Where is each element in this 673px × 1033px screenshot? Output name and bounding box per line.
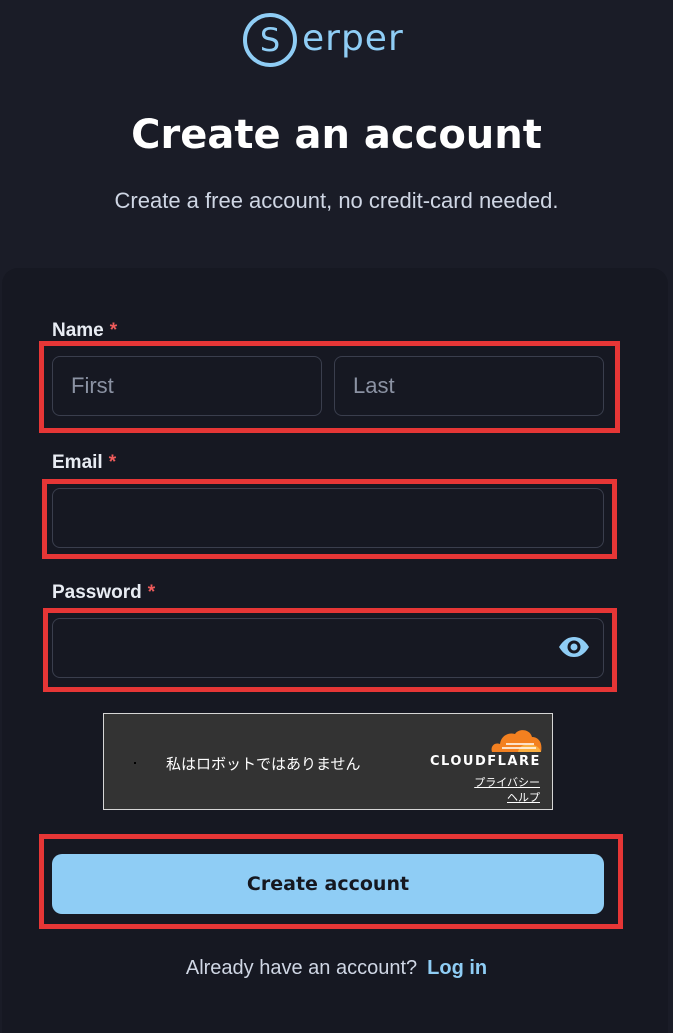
page-title: Create an account xyxy=(131,112,542,158)
cloudflare-cloud-icon xyxy=(491,730,542,752)
required-marker: * xyxy=(109,320,118,341)
name-label: Name * xyxy=(52,320,118,341)
captcha-checkbox[interactable] xyxy=(134,762,136,764)
cloudflare-brand: CLOUDFLARE xyxy=(430,754,541,769)
login-prompt-text: Already have an account? xyxy=(185,957,418,979)
email-label: Email * xyxy=(52,452,117,473)
required-marker: * xyxy=(108,452,117,473)
signup-page: S erper Create an account Create a free … xyxy=(0,0,673,1033)
page-subtitle: Create a free account, no credit-card ne… xyxy=(114,188,559,213)
captcha-privacy-link[interactable]: プライバシー xyxy=(474,774,540,790)
cloudflare-captcha[interactable]: 私はロボットではありません CLOUDFLARE プライバシー ヘルプ xyxy=(103,713,553,810)
password-input[interactable] xyxy=(52,618,604,678)
logo-wordmark: erper xyxy=(302,17,404,59)
first-name-input[interactable] xyxy=(52,356,322,416)
last-name-input[interactable] xyxy=(334,356,604,416)
serper-logo-icon: S xyxy=(243,13,297,67)
required-marker: * xyxy=(147,582,156,603)
serper-logo: S erper xyxy=(242,12,404,68)
login-link[interactable]: Log in xyxy=(427,957,487,979)
create-account-button[interactable]: Create account xyxy=(52,854,604,914)
eye-icon[interactable] xyxy=(558,636,590,658)
captcha-label: 私はロボットではありません xyxy=(166,755,361,773)
captcha-help-link[interactable]: ヘルプ xyxy=(507,789,540,805)
email-input[interactable] xyxy=(52,488,604,548)
login-prompt: Already have an account? Log in xyxy=(0,957,673,980)
svg-text:S: S xyxy=(260,21,280,59)
password-label: Password * xyxy=(52,582,156,603)
